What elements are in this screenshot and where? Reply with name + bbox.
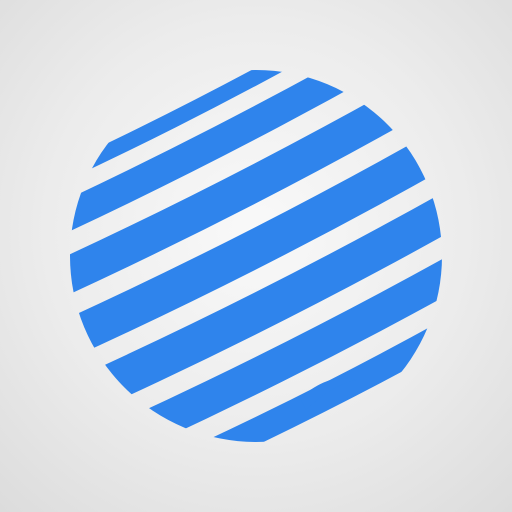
globe-stripe (70, 70, 367, 206)
logo-canvas (70, 70, 442, 442)
striped-globe-icon (70, 70, 442, 442)
